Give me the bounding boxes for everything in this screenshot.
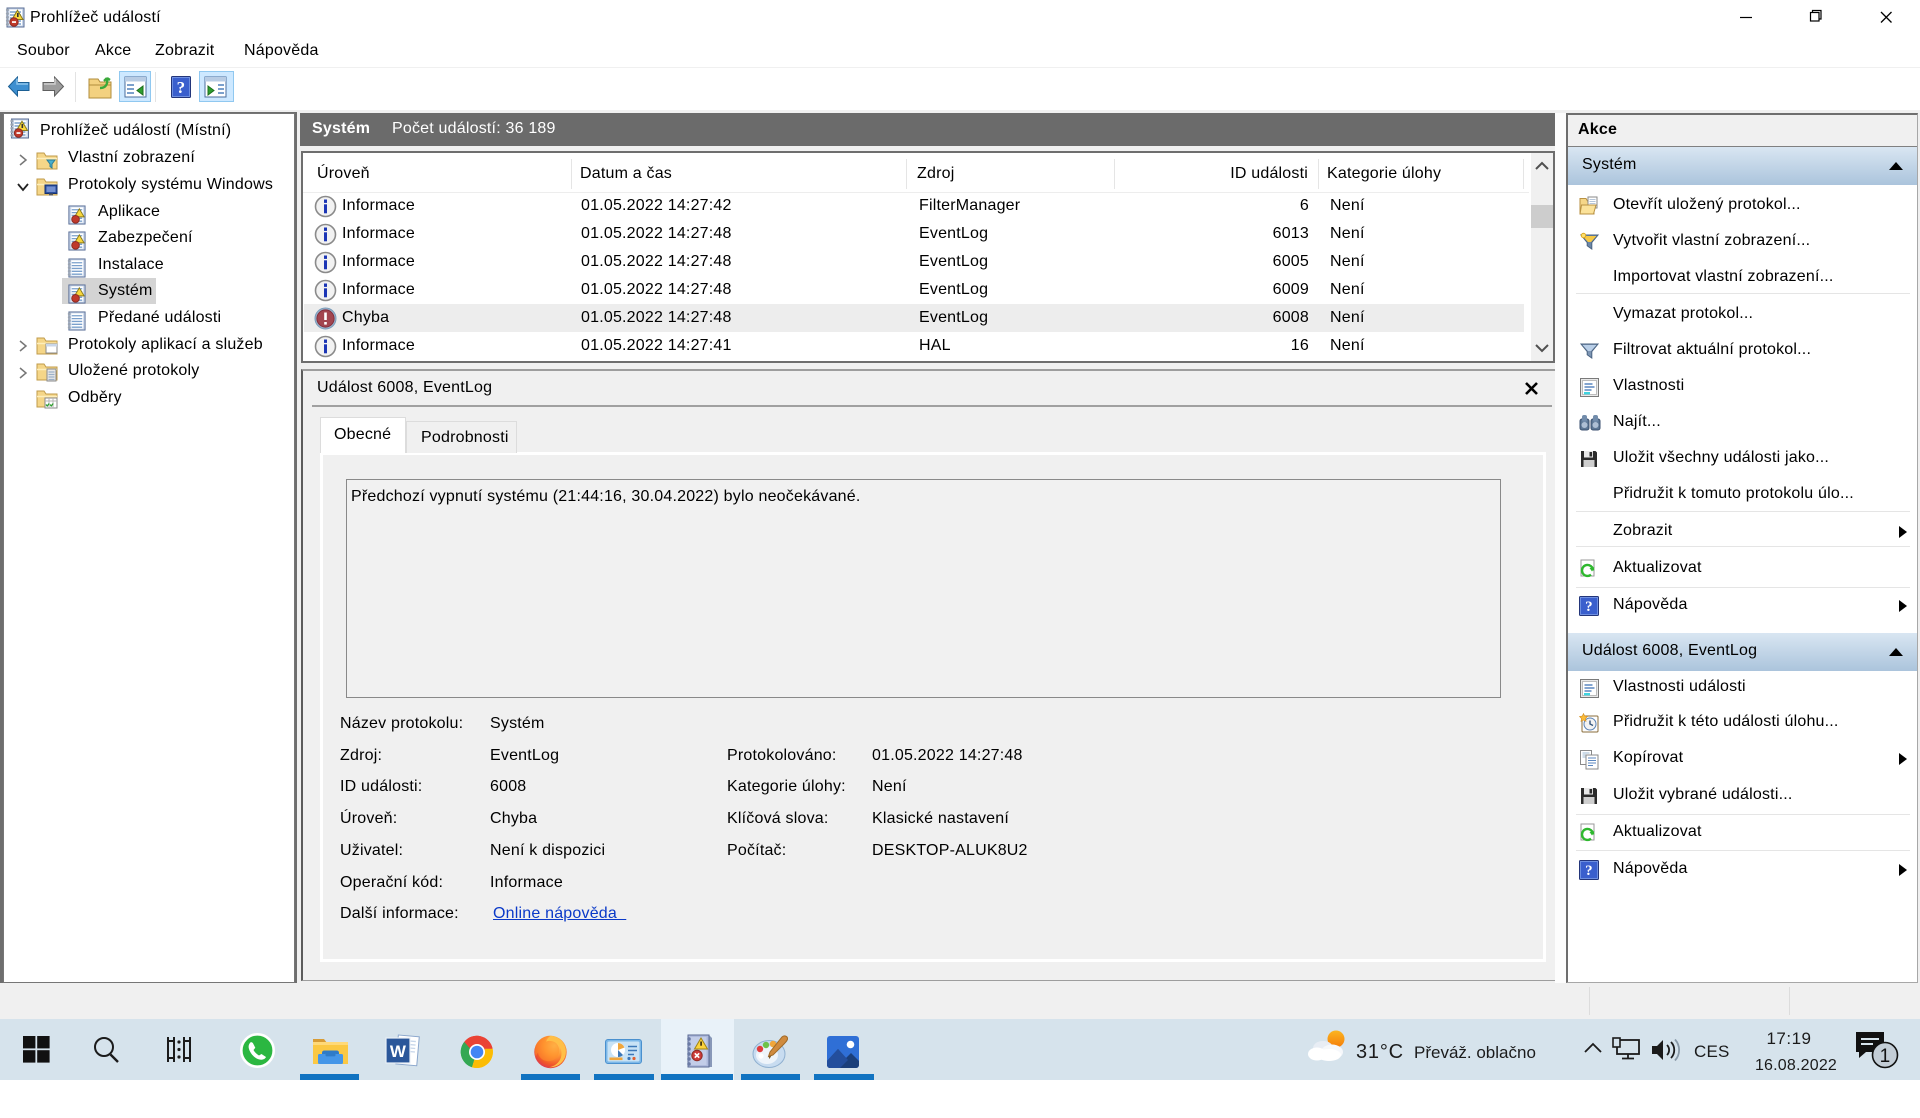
svg-text:W: W bbox=[390, 1042, 407, 1061]
svg-text:1: 1 bbox=[1880, 1046, 1891, 1067]
svg-text:?: ? bbox=[177, 78, 186, 97]
svg-text:?: ? bbox=[1585, 863, 1593, 879]
svg-text:?: ? bbox=[1585, 599, 1593, 615]
